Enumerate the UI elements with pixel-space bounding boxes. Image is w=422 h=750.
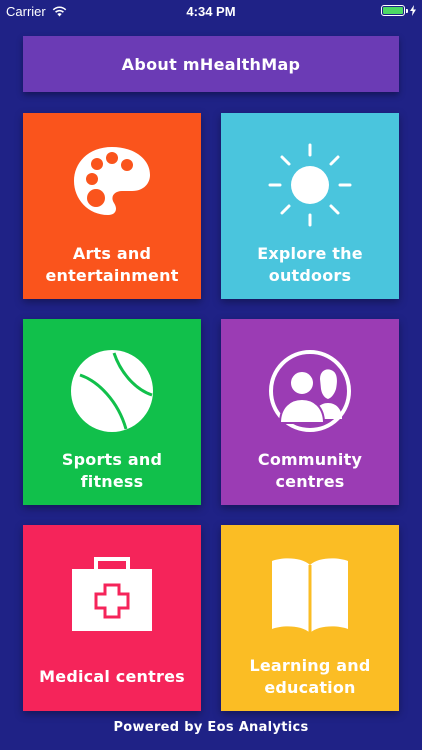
status-bar: Carrier 4:34 PM <box>0 0 422 22</box>
palette-icon <box>23 143 201 219</box>
book-icon <box>221 555 399 635</box>
tile-arts-entertainment[interactable]: Arts and entertainment <box>23 113 201 299</box>
charging-bolt-icon <box>410 5 416 16</box>
tile-label: Sports and fitness <box>61 450 163 491</box>
tile-label: Community centres <box>257 450 363 491</box>
tile-sports-fitness[interactable]: Sports and fitness <box>23 319 201 505</box>
tile-medical-centres[interactable]: Medical centres <box>23 525 201 711</box>
medical-kit-icon <box>23 555 201 633</box>
tile-explore-outdoors[interactable]: Explore the outdoors <box>221 113 399 299</box>
footer-credit: Powered by Eos Analytics <box>113 720 309 735</box>
status-time: 4:34 PM <box>186 4 236 19</box>
about-button[interactable]: About mHealthMap <box>23 36 399 92</box>
battery-indicator <box>381 5 416 16</box>
tile-label: Arts and entertainment <box>45 244 179 285</box>
battery-fill <box>383 7 403 14</box>
tile-label: Explore the outdoors <box>257 244 363 285</box>
about-button-label: About mHealthMap <box>121 54 301 74</box>
tile-learning-education[interactable]: Learning and education <box>221 525 399 711</box>
tile-label: Medical centres <box>39 667 185 686</box>
sun-icon <box>221 143 399 227</box>
tile-label: Learning and education <box>249 656 371 697</box>
people-icon <box>221 349 399 433</box>
tennis-ball-icon <box>23 349 201 433</box>
tile-community-centres[interactable]: Community centres <box>221 319 399 505</box>
battery-icon <box>381 5 405 16</box>
